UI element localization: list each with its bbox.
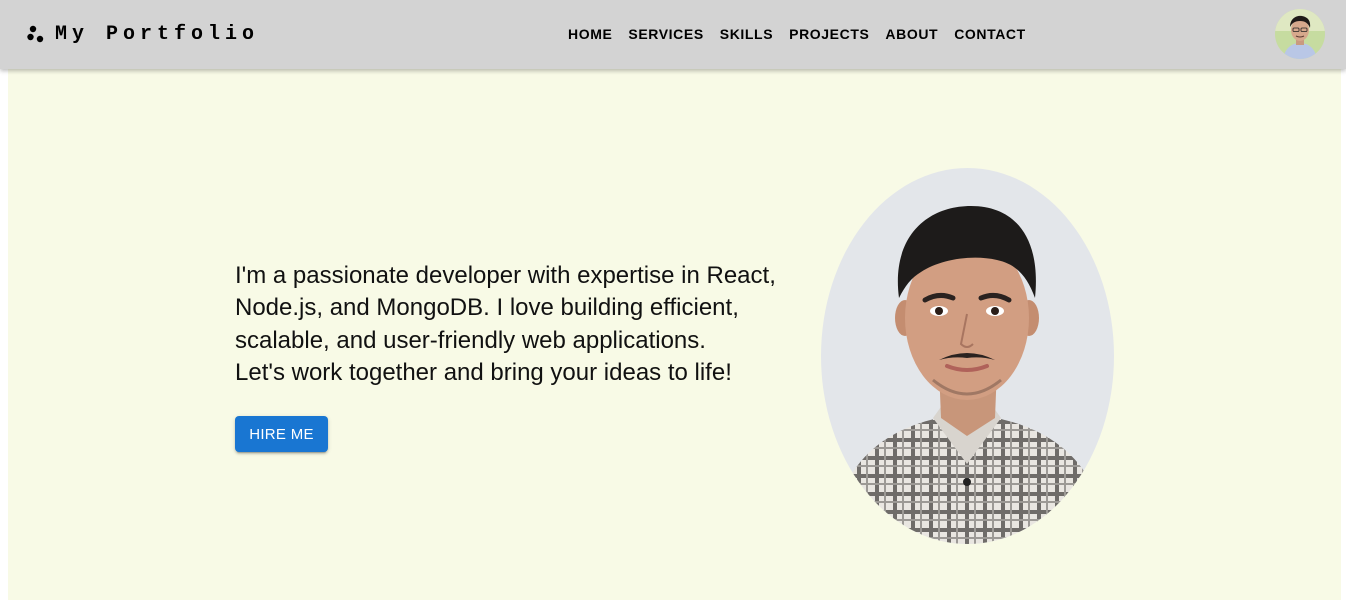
nav-services[interactable]: SERVICES xyxy=(620,24,711,44)
intro-text: I'm a passionate developer with expertis… xyxy=(235,260,805,390)
intro-line: scalable, and user-friendly web applicat… xyxy=(235,326,706,354)
avatar[interactable] xyxy=(1275,9,1325,59)
app-bar: My Portfolio HOME SERVICES SKILLS PROJEC… xyxy=(0,0,1346,69)
main-nav: HOME SERVICES SKILLS PROJECTS ABOUT CONT… xyxy=(560,24,1034,44)
profile-photo-icon xyxy=(821,168,1114,544)
three-dots-icon xyxy=(27,25,44,43)
profile-photo xyxy=(821,168,1114,544)
nav-projects[interactable]: PROJECTS xyxy=(781,24,877,44)
nav-about[interactable]: ABOUT xyxy=(877,24,946,44)
logo[interactable]: My Portfolio xyxy=(27,22,259,46)
intro-line: I'm a passionate developer with expertis… xyxy=(235,262,776,289)
nav-skills[interactable]: SKILLS xyxy=(712,24,781,44)
hire-me-button[interactable]: HIRE ME xyxy=(235,416,328,452)
logo-text: My Portfolio xyxy=(55,22,260,46)
nav-contact[interactable]: CONTACT xyxy=(946,24,1034,44)
intro-line: Node.js, and MongoDB. I love building ef… xyxy=(235,294,739,322)
intro-line: Let's work together and bring your ideas… xyxy=(235,359,732,387)
profile-avatar-icon xyxy=(1275,9,1325,59)
nav-home[interactable]: HOME xyxy=(560,24,620,44)
